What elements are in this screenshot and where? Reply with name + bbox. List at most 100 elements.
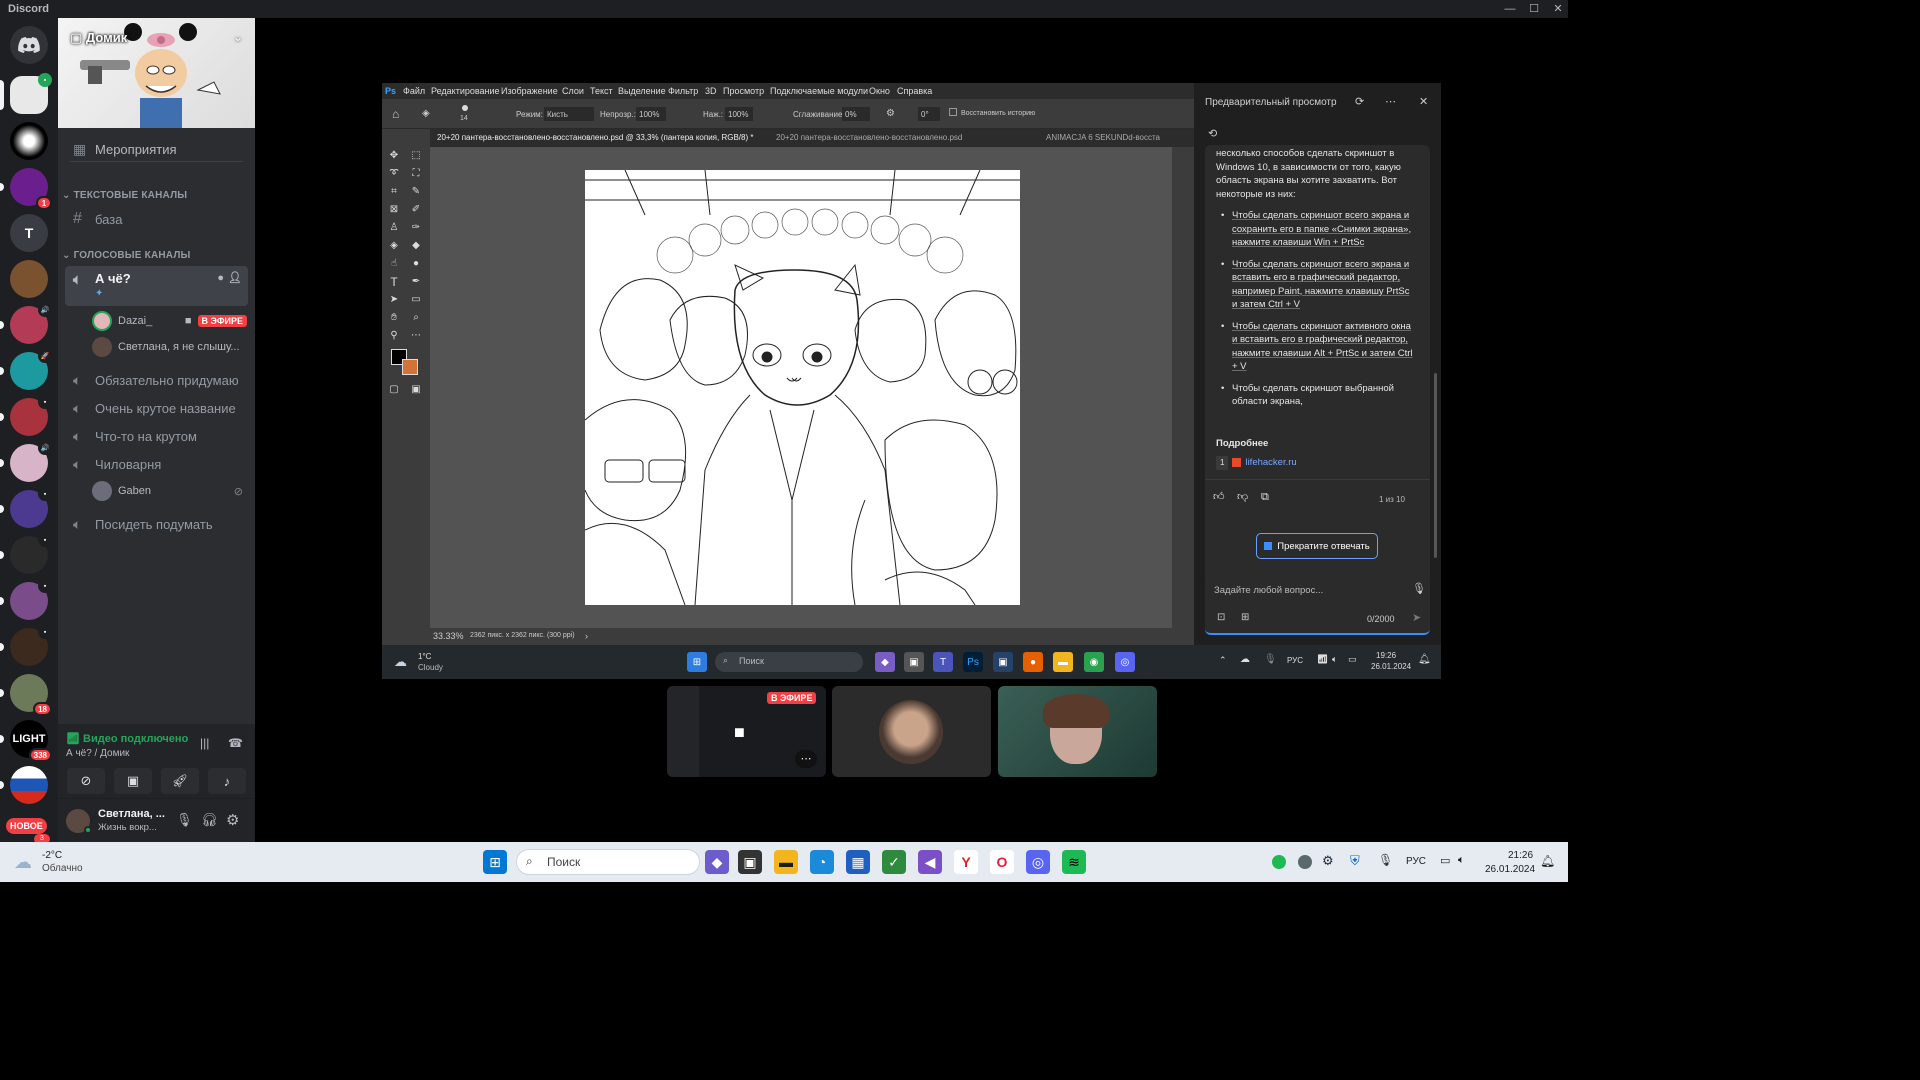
ps-canvas[interactable] [585,170,1020,605]
rectangle-tool-icon[interactable]: ▭ [409,293,423,307]
voice-user-dazai[interactable]: Dazai_ ■ В ЭФИРЕ [92,309,247,333]
chevron-up-icon[interactable]: ⌃ [1219,655,1227,666]
type-tool-icon[interactable]: T [387,275,401,289]
menu-item[interactable]: Подключаемые модули [770,86,868,96]
server-icon-8[interactable]: ▪ [0,395,52,436]
minimize-button[interactable]: — [1497,0,1523,18]
server-icon-6[interactable]: 🔊 [0,303,52,344]
menu-item[interactable]: Файл [403,86,425,96]
volume-icon[interactable]: 🔈︎ [1332,654,1337,665]
pressure-input[interactable]: 100% [725,107,753,121]
photoshop-icon[interactable]: Ps [963,652,983,672]
answer-item[interactable]: Чтобы сделать скриншот всего экрана и вс… [1216,258,1416,312]
thumbs-down-icon[interactable]: 👎︎ [1237,491,1248,505]
visual-studio-icon[interactable]: ◀ [918,850,942,874]
copilot-app-icon[interactable]: ◆ [875,652,895,672]
copy-icon[interactable]: ⧉ [1261,491,1269,505]
eyedropper-tool-icon[interactable]: ✎ [409,185,423,199]
stream-tile-screen[interactable]: В ЭФИРЕ ■ ⋯ [667,686,826,777]
refresh-icon[interactable]: ⟳ [1355,95,1364,108]
microphone-icon[interactable]: 🎙︎ [1378,853,1393,867]
maximize-button[interactable]: ☐ [1521,0,1547,18]
gear-icon[interactable]: ⚙ [226,811,239,829]
shield-icon[interactable]: ⛨ [1350,853,1360,869]
search-input[interactable]: Поиск [516,849,700,875]
server-domik[interactable]: ▪ [0,73,52,114]
chevron-right-icon[interactable]: › [585,631,588,641]
activity-button[interactable]: 🚀︎ [161,768,199,794]
microphone-icon[interactable]: 🎙︎ [176,812,193,828]
notification-icon[interactable]: 🔔︎ [1540,854,1555,868]
document-tab[interactable]: 20+20 пантера-восстановлено-восстановлен… [776,133,962,142]
chevron-down-icon[interactable]: ⌄ [233,30,243,44]
tray-app-icon[interactable] [1298,855,1312,869]
mode-select[interactable]: Кисть [544,107,594,121]
yandex-browser-icon[interactable]: Y [954,850,978,874]
stream-tile-webcam[interactable] [998,686,1157,777]
server-icon-13[interactable]: ▪ [0,625,52,666]
restore-history-checkbox[interactable] [949,108,957,116]
language-indicator[interactable]: РУС [1406,856,1426,867]
gear-icon[interactable]: ⚙ [886,108,895,119]
close-icon[interactable]: ✕ [1419,95,1428,108]
thumbs-up-icon[interactable]: 👍︎ [1213,491,1225,505]
server-icon-10[interactable]: ▪ [0,487,52,528]
menu-item[interactable]: Слои [562,86,584,96]
voice-user-svetlana[interactable]: Светлана, я не слышу... [92,335,247,359]
stop-responding-button[interactable]: Прекратите отвечать [1256,533,1378,559]
notification-icon[interactable]: 🔔︎ [1418,654,1431,665]
network-icon[interactable]: ▭ [1440,854,1450,867]
select-tool-icon[interactable]: ⛶ [409,167,423,181]
more-options-icon[interactable]: ⋯ [795,750,817,768]
windows-start-icon[interactable]: ⊞ [687,652,707,672]
scrollbar[interactable] [1434,373,1437,558]
menu-item[interactable]: Выделение [618,86,666,96]
background-color-swatch[interactable] [402,359,418,375]
server-icon-16[interactable] [0,766,48,804]
microphone-icon[interactable]: 🎙︎ [1412,582,1426,595]
discord-home-icon[interactable] [10,26,48,64]
copilot-input-box[interactable]: Задайте любой вопрос... 🎙︎ ⊡ ⊞ 0/2000 ➤ [1205,575,1430,635]
screenshot-icon[interactable]: ⊞ [1241,612,1249,623]
discord-app-icon[interactable]: ◎ [1115,652,1135,672]
opera-icon[interactable]: O [990,850,1014,874]
eraser-icon[interactable]: ◈ [422,108,430,119]
answer-item[interactable]: Чтобы сделать скриншот активного окна и … [1216,320,1416,374]
voice-channel-active[interactable]: 🔈︎ А чё? ● 👤︎ ✦ [65,266,248,306]
battery-icon[interactable]: ▭ [1348,654,1357,665]
screen-mode-icon[interactable]: ▣ [409,383,423,397]
voice-channel[interactable]: 🔈︎ Посидеть подумать [65,510,248,538]
document-tab[interactable]: ANIMACJA 6 SEKUNDd-восста [1046,133,1160,142]
pen-tool-icon[interactable]: ✒ [409,275,423,289]
server-icon-14[interactable]: 18 [0,674,52,716]
menu-item[interactable]: 3D [705,86,717,96]
screen-share-button[interactable]: ▣ [114,768,152,794]
voice-channel[interactable]: 🔈︎ Что-то на крутом [65,422,248,450]
server-icon-5[interactable] [10,260,48,298]
server-light[interactable]: LIGHT 338 [0,720,52,762]
spotify-icon[interactable]: ≋ [1062,850,1086,874]
image-input-icon[interactable]: ⊡ [1217,612,1225,623]
send-icon[interactable]: ➤ [1412,611,1421,624]
voice-user-gaben[interactable]: Gaben ⊘ [92,479,247,503]
onedrive-icon[interactable]: ☁ [1240,654,1250,665]
firefox-icon[interactable]: ● [1023,652,1043,672]
voice-category[interactable]: ⌄ ГОЛОСОВЫЕ КАНАЛЫ [62,250,191,261]
server-icon-11[interactable]: ▪ [0,533,52,574]
brush-preview-icon[interactable] [462,105,468,111]
crop-tool-icon[interactable]: ⌗ [387,185,401,199]
add-user-icon[interactable]: 👤︎ [228,271,242,284]
angle-input[interactable]: 0° [918,107,940,121]
microphone-icon[interactable]: 🎙︎ [1264,654,1277,665]
history-icon[interactable]: ⟲ [1208,127,1217,140]
task-view-icon[interactable]: ▣ [738,850,762,874]
text-category[interactable]: ⌄ ТЕКСТОВЫЕ КАНАЛЫ [62,190,187,201]
copilot-icon[interactable]: ◆ [705,850,729,874]
disconnect-icon[interactable]: ☎ [228,736,243,750]
bucket-tool-icon[interactable]: ◆ [409,239,423,253]
voice-channel[interactable]: 🔈︎ Очень крутое название [65,394,248,422]
stream-tile-user[interactable] [832,686,991,777]
stamp-tool-icon[interactable]: ♙ [387,221,401,235]
frame-tool-icon[interactable]: ⊠ [387,203,401,217]
history-brush-icon[interactable]: ✑ [409,221,423,235]
